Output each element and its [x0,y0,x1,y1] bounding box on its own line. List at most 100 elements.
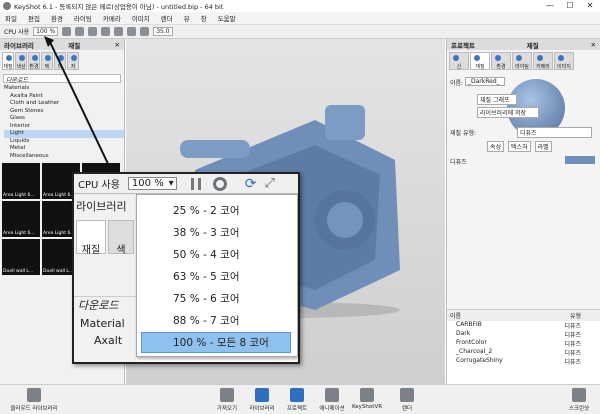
tab-texture[interactable]: 텍스처 [508,141,531,152]
tab-save[interactable]: 저 [67,52,79,70]
tree-item[interactable]: Interior [4,123,124,131]
tree-item[interactable]: Gem Stones [4,108,124,116]
cpu-option-75[interactable]: 75 % - 6 코어 [137,289,297,310]
tab-materials[interactable]: 재질 [2,52,14,70]
refresh-icon[interactable]: ⟳ [245,176,257,192]
tab-environment[interactable]: 환경 [491,52,511,70]
thumb-label: Area Light 6... [3,193,35,198]
keyshotvr-button[interactable]: KeyShotVR [350,388,384,410]
cpu-option-63[interactable]: 63 % - 5 코어 [137,267,297,288]
tree-item[interactable]: Liquids [4,138,124,146]
move-icon[interactable] [127,27,137,36]
tab-image[interactable]: 이미지 [554,52,574,70]
close-icon[interactable]: ✕ [591,41,596,49]
project-button[interactable]: 프로젝트 [280,388,314,412]
tree-item[interactable]: Glass [4,115,124,123]
cpu-option-25[interactable]: 25 % - 2 코어 [137,201,297,222]
tab-lighting[interactable]: 라이팅 [512,52,532,70]
tab-properties[interactable]: 속성 [487,141,505,152]
refresh-icon[interactable] [88,27,98,36]
tab-texture[interactable]: 텍 [41,52,53,70]
cloud-library-button[interactable]: 클라우드 라이브러리 [4,388,64,412]
cpu-option-100-selected[interactable]: 100 % - 모든 8 코어 [141,332,291,353]
list-item[interactable]: _Charcoal_2 디퓨즈 [447,348,600,357]
list-item[interactable]: CorrugateShiny 디퓨즈 [447,357,600,366]
tree-item[interactable]: Axalta Paint [4,93,124,101]
cpu-option-88[interactable]: 88 % - 7 코어 [137,311,297,332]
camera-icon [572,388,586,402]
render-button[interactable]: 렌더 [390,388,424,412]
menu-help[interactable]: 도움말 [218,13,236,23]
keyshotvr-label: KeyShotVR [351,404,383,410]
menu-window[interactable]: 창 [201,13,207,23]
zoom-tab-materials[interactable]: 재질 [76,220,106,256]
screenshot-button[interactable]: 스크린샷 [562,388,596,412]
minimize-button[interactable]: — [540,0,560,12]
cpu-option-38[interactable]: 38 % - 3 코어 [137,223,297,244]
camera-icon[interactable] [140,27,150,36]
tab-colors[interactable]: 색상 [15,52,27,70]
performance-icon[interactable] [212,176,227,191]
tool-icon[interactable] [114,27,124,36]
material-thumb[interactable]: Duell wall L... [2,239,40,275]
animation-button[interactable]: 애니메이션 [315,388,349,412]
material-thumb[interactable]: Area Light 6... [2,163,40,199]
maximize-button[interactable]: ☐ [560,0,580,12]
pause-icon[interactable] [62,27,72,36]
save-to-library-button[interactable]: 라이브러리에 저장 [477,107,539,118]
import-button[interactable]: 가져오기 [210,388,244,412]
menu-lighting[interactable]: 라이팅 [74,13,92,23]
list-item[interactable]: CARBFIB 디퓨즈 [447,321,600,330]
cpu-option-50[interactable]: 50 % - 4 코어 [137,245,297,266]
cpu-value: 100 % [131,178,164,189]
tree-item[interactable]: Cloth and Leather [4,100,124,108]
library-search[interactable]: 다운로드 [3,74,121,84]
value-field[interactable]: 35.0 [153,27,173,36]
cpu-usage-select[interactable]: 100 % [33,27,59,36]
close-button[interactable]: ✕ [580,0,600,12]
item-name: CorrugateShiny [456,357,503,364]
expand-icon[interactable]: ⤢ [264,176,274,191]
zoom-callout: CPU 사용 100 % ▾ ⟳ ⤢ 라이브러리 재질 색 다운로드 Materi… [72,172,300,364]
tab-label[interactable]: 라벨 [534,141,552,152]
zoom-tree-child[interactable]: Axalt [74,334,136,347]
menu-edit[interactable]: 편집 [28,13,40,23]
menu-camera[interactable]: 카메라 [103,13,121,23]
diffuse-color-swatch[interactable] [565,156,595,164]
tree-item-selected[interactable]: Light [4,130,124,138]
cpu-usage-label-zoom: CPU 사용 [78,180,120,191]
tab-environment[interactable]: 환경 [28,52,40,70]
menu-render[interactable]: 렌더 [161,13,173,23]
performance-icon[interactable] [75,27,85,36]
zoom-library-pane: 라이브러리 재질 색 다운로드 Material Axalt [74,194,136,362]
project-header: 프로젝트 재질 ✕ [447,39,600,50]
type-select[interactable]: 디퓨즈 [517,127,592,138]
list-item[interactable]: FrontColor 디퓨즈 [447,339,600,348]
list-item[interactable]: Dark 디퓨즈 [447,330,600,339]
zoom-tab-colors[interactable]: 색 [108,220,134,256]
tab-camera[interactable]: 카메라 [533,52,553,70]
menu-environment[interactable]: 환경 [51,13,63,23]
tree-item[interactable]: Miscellaneous [4,153,124,161]
close-icon[interactable]: ✕ [115,41,120,49]
tree-item[interactable]: Metal [4,145,124,153]
tab-material[interactable]: 재질 [470,52,490,70]
zoom-tree-root[interactable]: Material [74,317,136,330]
expand-icon[interactable] [101,27,111,36]
diffuse-label: 디퓨즈 [450,159,467,166]
material-graph-button[interactable]: 재질 그래프 [477,94,517,105]
menu-view[interactable]: 뷰 [184,13,190,23]
library-tree: Materials Axalta Paint Cloth and Leather… [0,85,124,160]
zoom-search[interactable]: 다운로드 [74,296,136,313]
menu-image[interactable]: 이미지 [132,13,150,23]
tab-other[interactable]: 마 [54,52,66,70]
cpu-usage-select-zoom[interactable]: 100 % ▾ [127,177,177,190]
material-thumb[interactable]: Area Light 6... [2,201,40,237]
tab-scene[interactable]: 신 [449,52,469,70]
pause-icon[interactable] [190,177,201,190]
menu-file[interactable]: 파일 [5,13,17,23]
name-field[interactable]: _DarkRed_ [465,77,505,86]
library-button[interactable]: 라이브러리 [245,388,279,412]
tree-item[interactable]: Materials [4,85,124,93]
intake-pipe [180,140,250,158]
